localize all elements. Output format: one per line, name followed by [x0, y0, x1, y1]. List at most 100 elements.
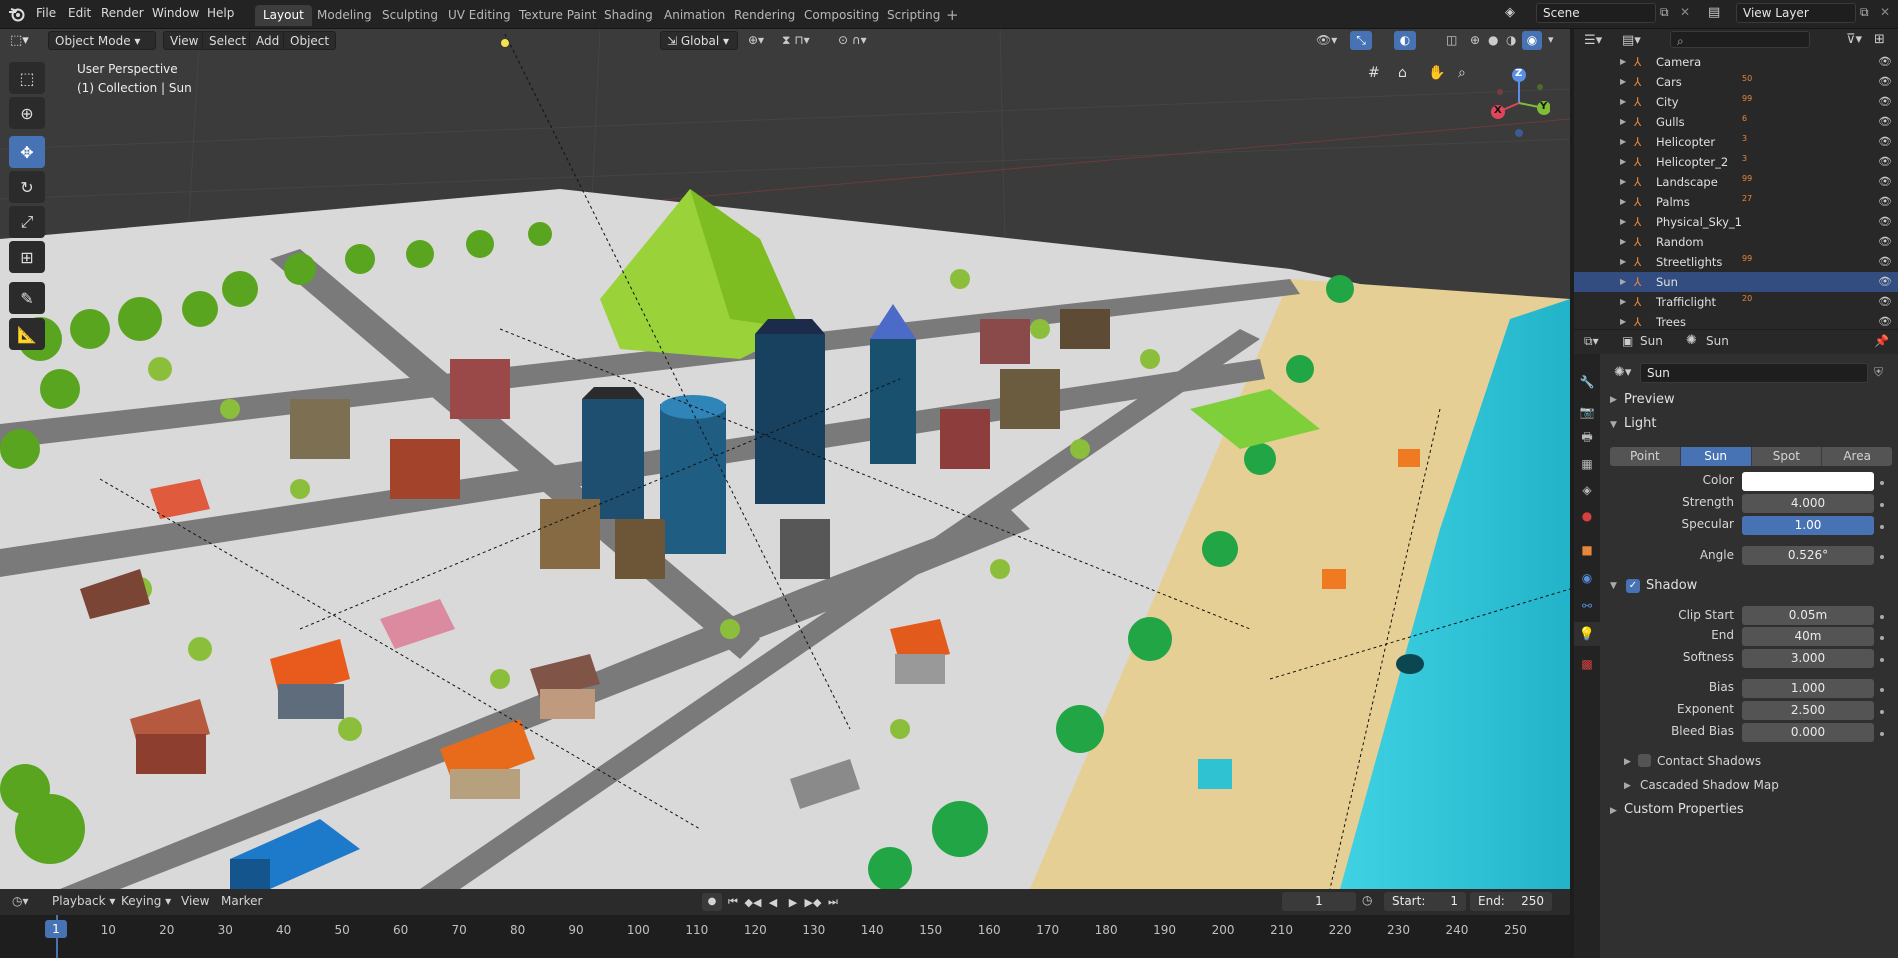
expand-chevron-icon[interactable]: ▶	[1620, 252, 1626, 272]
strength-field[interactable]: 4.000	[1742, 494, 1874, 513]
rotate-tool[interactable]: ↻	[9, 171, 45, 203]
bleed-bias-field[interactable]: 0.000	[1742, 723, 1874, 742]
current-frame-field[interactable]: 1	[1282, 892, 1356, 911]
scale-tool[interactable]: ⤢	[9, 206, 45, 238]
color-swatch[interactable]	[1742, 472, 1874, 491]
expand-chevron-icon[interactable]: ▶	[1620, 52, 1626, 72]
light-datablock-icon[interactable]: ✺▾	[1614, 365, 1631, 380]
scene-icon[interactable]: ◈	[1505, 5, 1515, 20]
outliner-item[interactable]: ▶ ⅄ Camera 👁	[1574, 52, 1898, 72]
visibility-eye-icon[interactable]: 👁	[1878, 292, 1892, 312]
visibility-eye-icon[interactable]: 👁	[1878, 112, 1892, 132]
tab-light-data[interactable]: 💡	[1574, 622, 1600, 646]
animate-property-dot-icon[interactable]	[1880, 555, 1884, 559]
end-field[interactable]: 40m	[1742, 627, 1874, 646]
visibility-eye-icon[interactable]: 👁	[1878, 132, 1892, 152]
scene-selector[interactable]: Scene	[1536, 3, 1656, 23]
specular-slider[interactable]: 1.00	[1742, 516, 1874, 535]
wireframe-shading-icon[interactable]: ⊕	[1470, 33, 1480, 47]
menu-file[interactable]: File	[36, 6, 56, 20]
record-icon[interactable]: ●	[702, 893, 722, 911]
select-box-tool[interactable]: ⬚	[9, 62, 45, 94]
tab-shading[interactable]: Shading	[596, 5, 661, 26]
shadow-section[interactable]: Shadow	[1646, 578, 1697, 593]
tab-layout[interactable]: Layout	[255, 5, 312, 26]
new-view-layer-icon[interactable]: ⧉	[1860, 5, 1869, 20]
expand-chevron-icon[interactable]: ▶	[1620, 152, 1626, 172]
next-keyframe-icon[interactable]: ▶◆	[804, 896, 822, 909]
tab-view-layer[interactable]: ▦	[1574, 452, 1600, 476]
tab-render[interactable]: 📷	[1574, 400, 1600, 424]
pan-hand-icon[interactable]: ✋	[1428, 65, 1445, 81]
timeline-editor-icon[interactable]: ◷▾	[12, 894, 29, 908]
animate-property-dot-icon[interactable]	[1880, 525, 1884, 529]
view-layer-icon[interactable]: ▤	[1708, 5, 1720, 20]
custom-props-chevron-icon[interactable]: ▶	[1610, 806, 1617, 816]
camera-view-icon[interactable]: ⌂	[1398, 65, 1407, 81]
visibility-eye-icon[interactable]: 👁	[1878, 192, 1892, 212]
light-section[interactable]: Light	[1624, 416, 1656, 431]
outliner-item[interactable]: ▶ ⅄ City 99 👁	[1574, 92, 1898, 112]
playback-menu[interactable]: Playback ▾	[52, 894, 115, 908]
shading-options-icon[interactable]: ▾	[1548, 33, 1554, 46]
light-type-sun[interactable]: Sun	[1680, 447, 1752, 466]
expand-chevron-icon[interactable]: ▶	[1620, 72, 1626, 92]
visibility-eye-icon[interactable]: 👁	[1878, 152, 1892, 172]
custom-properties-section[interactable]: Custom Properties	[1624, 802, 1744, 817]
pivot-icon[interactable]: ⊕▾	[748, 33, 764, 47]
cascaded-shadow-map-label[interactable]: Cascaded Shadow Map	[1640, 778, 1779, 792]
tab-uv-editing[interactable]: UV Editing	[440, 5, 519, 26]
visibility-eye-icon[interactable]: 👁	[1878, 172, 1892, 192]
preview-section[interactable]: Preview	[1624, 392, 1675, 407]
visibility-icon[interactable]: 👁▾	[1316, 33, 1337, 47]
cursor-tool[interactable]: ⊕	[9, 97, 45, 129]
visibility-eye-icon[interactable]: 👁	[1878, 232, 1892, 252]
outliner-item[interactable]: ▶ ⅄ Trafficlight 20 👁	[1574, 292, 1898, 312]
softness-field[interactable]: 3.000	[1742, 649, 1874, 668]
overlay-toggle-button[interactable]: ◐	[1394, 31, 1416, 50]
3d-viewport[interactable]: User Perspective (1) Collection | Sun Z …	[0, 29, 1570, 889]
move-tool[interactable]: ✥	[9, 136, 45, 168]
tab-compositing[interactable]: Compositing	[796, 5, 887, 26]
filter-icon[interactable]: ⊽▾	[1846, 32, 1862, 47]
outliner-item[interactable]: ▶ ⅄ Helicopter_2 3 👁	[1574, 152, 1898, 172]
xray-icon[interactable]: ◫	[1446, 33, 1457, 47]
contact-shadows-checkbox[interactable]	[1638, 754, 1651, 767]
visibility-eye-icon[interactable]: 👁	[1878, 272, 1892, 292]
object-menu[interactable]: Object	[283, 31, 337, 50]
outliner-editor-icon[interactable]: ☰▾	[1584, 33, 1602, 48]
display-mode-icon[interactable]: ▤▾	[1622, 33, 1641, 48]
menu-window[interactable]: Window	[152, 6, 199, 20]
remove-scene-icon[interactable]: ✕	[1680, 5, 1690, 19]
gizmo-toggle-button[interactable]: ⤡	[1350, 31, 1372, 50]
expand-chevron-icon[interactable]: ▶	[1620, 92, 1626, 112]
tab-modeling[interactable]: Modeling	[309, 5, 380, 26]
zoom-icon[interactable]: ⌕	[1458, 65, 1466, 81]
outliner-item[interactable]: ▶ ⅄ Streetlights 99 👁	[1574, 252, 1898, 272]
shadow-chevron-icon[interactable]: ▼	[1610, 581, 1617, 591]
animate-property-dot-icon[interactable]	[1880, 732, 1884, 736]
outliner-item[interactable]: ▶ ⅄ Palms 27 👁	[1574, 192, 1898, 212]
remove-view-layer-icon[interactable]: ✕	[1880, 5, 1890, 19]
menu-render[interactable]: Render	[101, 6, 144, 20]
expand-chevron-icon[interactable]: ▶	[1620, 232, 1626, 252]
new-collection-icon[interactable]: ⊞	[1874, 32, 1885, 47]
tab-texture[interactable]: ▩	[1574, 652, 1600, 676]
tab-tool[interactable]: 🔧	[1574, 370, 1600, 394]
visibility-eye-icon[interactable]: 👁	[1878, 212, 1892, 232]
tab-output[interactable]: 🖶	[1574, 426, 1600, 450]
solid-shading-icon[interactable]: ●	[1488, 33, 1498, 47]
toggle-grid-icon[interactable]: #	[1368, 65, 1380, 81]
contact-shadows-label[interactable]: Contact Shadows	[1657, 754, 1761, 768]
new-scene-icon[interactable]: ⧉	[1660, 5, 1669, 20]
outliner-item[interactable]: ▶ ⅄ Sun 👁	[1574, 272, 1898, 292]
tab-texture-paint[interactable]: Texture Paint	[511, 5, 604, 26]
outliner-item[interactable]: ▶ ⅄ Physical_Sky_1 👁	[1574, 212, 1898, 232]
transform-tool[interactable]: ⊞	[9, 241, 45, 273]
object-mode-dropdown[interactable]: Object Mode ▾	[48, 31, 156, 50]
jump-start-icon[interactable]: ⏮	[724, 895, 742, 909]
menu-help[interactable]: Help	[207, 6, 234, 20]
visibility-eye-icon[interactable]: 👁	[1878, 312, 1892, 332]
outliner-item[interactable]: ▶ ⅄ Trees 👁	[1574, 312, 1898, 332]
animate-property-dot-icon[interactable]	[1880, 615, 1884, 619]
